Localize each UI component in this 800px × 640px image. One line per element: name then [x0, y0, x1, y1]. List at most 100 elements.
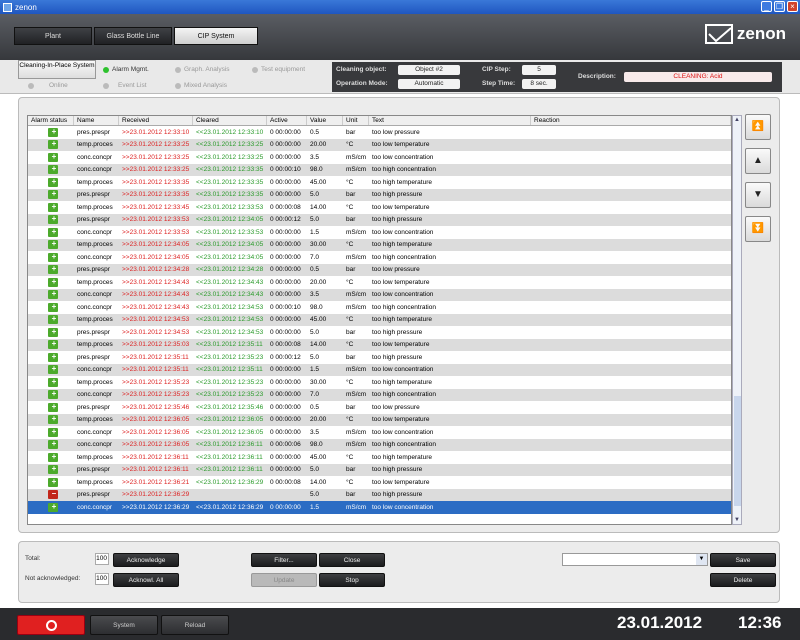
update-button[interactable]: Update	[251, 573, 317, 587]
close-button[interactable]: Close	[319, 553, 385, 567]
table-row[interactable]: + pres.prespr >>23.01.2012 12:34:28 <<23.01…	[28, 263, 731, 276]
scroll-up-icon[interactable]: ▲	[733, 116, 741, 124]
alarm-cleared-icon[interactable]: +	[47, 190, 58, 200]
alarm-cleared-icon[interactable]: +	[47, 252, 58, 262]
restore-icon[interactable]: ❐	[774, 1, 785, 12]
save-format-select[interactable]: ▼	[562, 553, 708, 566]
table-row[interactable]: + conc.concpr >>23.01.2012 12:35:11 <<23.01…	[28, 363, 731, 376]
table-row[interactable]: + temp.proces >>23.01.2012 12:33:25 <<23.01…	[28, 138, 731, 151]
tab-cip-system[interactable]: CIP System	[174, 27, 258, 45]
table-row[interactable]: + temp.proces >>23.01.2012 12:35:03 <<23.01…	[28, 338, 731, 351]
page-down-button[interactable]: ▼	[745, 182, 771, 208]
alarm-cleared-icon[interactable]: +	[47, 227, 58, 237]
test-equipment-button[interactable]: Test equipment	[252, 63, 305, 76]
alarm-cleared-icon[interactable]: +	[47, 502, 58, 512]
alarm-cleared-icon[interactable]: +	[47, 365, 58, 375]
reload-button[interactable]: Reload	[161, 615, 229, 635]
table-row[interactable]: + conc.concpr >>23.01.2012 12:34:05 <<23.01…	[28, 251, 731, 264]
close-icon[interactable]: ×	[787, 1, 798, 12]
alarm-cleared-icon[interactable]: +	[47, 452, 58, 462]
header-value[interactable]: Value	[307, 116, 343, 125]
table-row[interactable]: + conc.concpr >>23.01.2012 12:33:25 <<23.01…	[28, 151, 731, 164]
alarm-cleared-icon[interactable]: +	[47, 427, 58, 437]
alarm-cleared-icon[interactable]: +	[47, 477, 58, 487]
alarm-cleared-icon[interactable]: +	[47, 352, 58, 362]
table-row[interactable]: + conc.concpr >>23.01.2012 12:33:25 <<23.01…	[28, 163, 731, 176]
alarm-cleared-icon[interactable]: +	[47, 390, 58, 400]
table-row[interactable]: + conc.concpr >>23.01.2012 12:33:53 <<23.01…	[28, 226, 731, 239]
table-row[interactable]: + conc.concpr >>23.01.2012 12:36:05 <<23.01…	[28, 426, 731, 439]
alarm-cleared-icon[interactable]: +	[47, 277, 58, 287]
shutdown-button[interactable]	[17, 615, 85, 635]
table-row[interactable]: + pres.prespr >>23.01.2012 12:33:53 <<23.01…	[28, 213, 731, 226]
alarm-mgmt-button[interactable]: Alarm Mgmt.	[103, 63, 149, 76]
online-button[interactable]: Online	[28, 79, 68, 92]
tab-plant[interactable]: Plant	[14, 27, 92, 45]
table-row[interactable]: + pres.prespr >>23.01.2012 12:34:53 <<23.01…	[28, 326, 731, 339]
chevron-down-icon[interactable]: ▼	[696, 554, 707, 565]
scrollbar-thumb[interactable]	[734, 396, 741, 506]
header-cleared[interactable]: Cleared	[193, 116, 267, 125]
alarm-cleared-icon[interactable]: +	[47, 127, 58, 137]
page-last-button[interactable]: ⏬	[745, 216, 771, 242]
header-name[interactable]: Name	[74, 116, 119, 125]
scroll-down-icon[interactable]: ▼	[733, 516, 741, 524]
table-row[interactable]: + pres.prespr >>23.01.2012 12:33:10 <<23.01…	[28, 126, 731, 139]
alarm-cleared-icon[interactable]: +	[47, 152, 58, 162]
save-button[interactable]: Save	[710, 553, 776, 567]
table-row[interactable]: + conc.concpr >>23.01.2012 12:36:05 <<23.01…	[28, 438, 731, 451]
table-row[interactable]: + pres.prespr >>23.01.2012 12:35:11 <<23.01…	[28, 351, 731, 364]
alarm-cleared-icon[interactable]: +	[47, 415, 58, 425]
alarm-cleared-icon[interactable]: +	[47, 140, 58, 150]
alarm-cleared-icon[interactable]: +	[47, 202, 58, 212]
system-button[interactable]: System	[90, 615, 158, 635]
page-up-button[interactable]: ▲	[745, 148, 771, 174]
table-row[interactable]: + temp.proces >>23.01.2012 12:34:53 <<23.01…	[28, 313, 731, 326]
event-list-button[interactable]: Event List	[103, 79, 147, 92]
table-row[interactable]: + temp.proces >>23.01.2012 12:34:43 <<23.01…	[28, 276, 731, 289]
alarm-cleared-icon[interactable]: +	[47, 215, 58, 225]
alarm-cleared-icon[interactable]: +	[47, 465, 58, 475]
acknowledge-button[interactable]: Acknowledge	[113, 553, 179, 567]
alarm-cleared-icon[interactable]: +	[47, 290, 58, 300]
table-row[interactable]: + pres.prespr >>23.01.2012 12:35:46 <<23.01…	[28, 401, 731, 414]
alarm-cleared-icon[interactable]: +	[47, 177, 58, 187]
table-row[interactable]: + conc.concpr >>23.01.2012 12:34:43 <<23.01…	[28, 301, 731, 314]
table-row[interactable]: + temp.proces >>23.01.2012 12:36:05 <<23.01…	[28, 413, 731, 426]
header-alarm-status[interactable]: Alarm status	[28, 116, 74, 125]
acknowledge-all-button[interactable]: Acknowl. All	[113, 573, 179, 587]
alarm-cleared-icon[interactable]: +	[47, 340, 58, 350]
mixed-analysis-button[interactable]: Mixed Analysis	[175, 79, 227, 92]
alarm-cleared-icon[interactable]: +	[47, 377, 58, 387]
table-row[interactable]: + pres.prespr >>23.01.2012 12:33:35 <<23.01…	[28, 188, 731, 201]
filter-button[interactable]: Filter...	[251, 553, 317, 567]
header-text[interactable]: Text	[369, 116, 531, 125]
table-scrollbar[interactable]: ▲ ▼	[732, 115, 742, 525]
delete-button[interactable]: Delete	[710, 573, 776, 587]
alarm-cleared-icon[interactable]: +	[47, 265, 58, 275]
alarm-cleared-icon[interactable]: +	[47, 327, 58, 337]
table-row[interactable]: + conc.concpr >>23.01.2012 12:36:29 <<23.01…	[28, 501, 731, 514]
table-row[interactable]: + temp.proces >>23.01.2012 12:34:05 <<23.01…	[28, 238, 731, 251]
table-row[interactable]: + pres.prespr >>23.01.2012 12:36:11 <<23.01…	[28, 463, 731, 476]
cleaning-in-place-button[interactable]: Cleaning-In-Place System	[18, 60, 96, 79]
tab-glass-bottle-line[interactable]: Glass Bottle Line	[94, 27, 172, 45]
stop-button[interactable]: Stop	[319, 573, 385, 587]
alarm-cleared-icon[interactable]: +	[47, 315, 58, 325]
header-unit[interactable]: Unit	[343, 116, 369, 125]
header-received[interactable]: Received	[119, 116, 193, 125]
header-active[interactable]: Active	[267, 116, 307, 125]
page-first-button[interactable]: ⏫	[745, 114, 771, 140]
minimize-icon[interactable]: _	[761, 1, 772, 12]
table-row[interactable]: + temp.proces >>23.01.2012 12:35:23 <<23.01…	[28, 376, 731, 389]
alarm-cleared-icon[interactable]: +	[47, 302, 58, 312]
table-row[interactable]: + temp.proces >>23.01.2012 12:33:45 <<23.01…	[28, 201, 731, 214]
alarm-cleared-icon[interactable]: +	[47, 240, 58, 250]
alarm-cleared-icon[interactable]: +	[47, 165, 58, 175]
table-row[interactable]: + conc.concpr >>23.01.2012 12:35:23 <<23.01…	[28, 388, 731, 401]
table-row[interactable]: + temp.proces >>23.01.2012 12:36:11 <<23.01…	[28, 451, 731, 464]
header-reaction[interactable]: Reaction	[531, 116, 731, 125]
table-row[interactable]: + temp.proces >>23.01.2012 12:36:21 <<23.01…	[28, 476, 731, 489]
table-row[interactable]: – pres.prespr >>23.01.2012 12:36:29 5.0 bar t…	[28, 488, 731, 501]
graph-analysis-button[interactable]: Graph. Analysis	[175, 63, 230, 76]
